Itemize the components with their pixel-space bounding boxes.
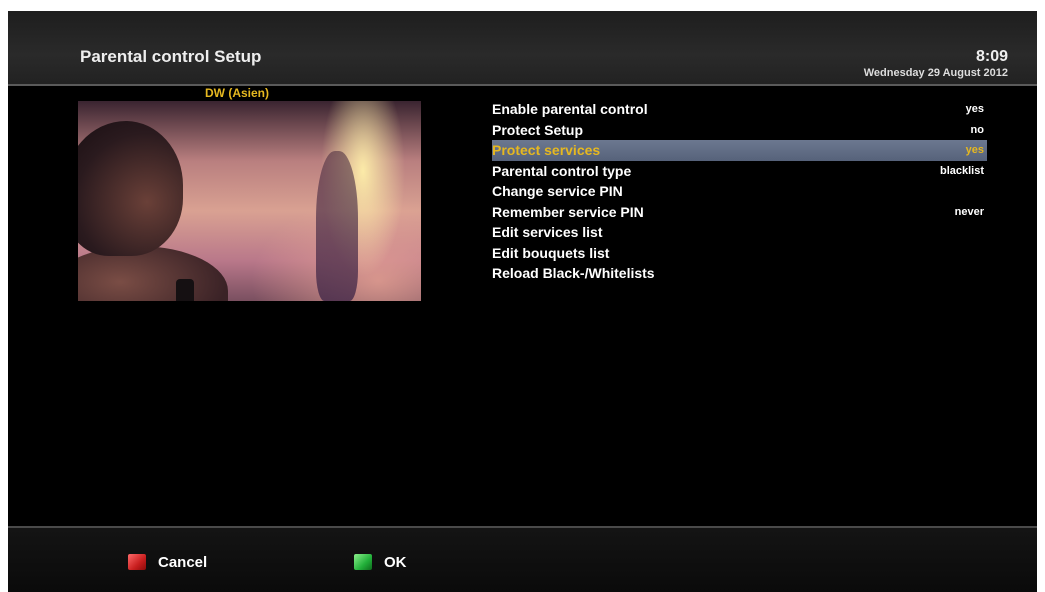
menu-item-value: blacklist [939,164,984,177]
menu-item-edit-services-list[interactable]: Edit services list [492,222,987,243]
menu-item-label: Edit bouquets list [492,244,610,261]
cancel-button-label: Cancel [158,553,208,571]
menu-item-parental-control-type[interactable]: Parental control type blacklist [492,161,987,182]
preview-strap [176,279,194,301]
clock-time: 8:09 [975,48,1008,65]
title-bar: Parental control Setup 8:09 Wednesday 29… [8,11,1037,86]
clock-date: Wednesday 29 August 2012 [863,67,1008,79]
settings-menu: Enable parental control yes Protect Setu… [492,99,987,284]
ok-button[interactable]: OK [354,552,407,572]
menu-item-protect-services[interactable]: Protect services yes [492,140,987,161]
menu-item-change-service-pin[interactable]: Change service PIN [492,181,987,202]
menu-item-label: Protect Setup [492,121,584,138]
menu-item-value: yes [965,144,984,156]
preview-head-silhouette [78,121,183,256]
menu-item-value: yes [965,103,984,115]
menu-item-reload-black-whitelists[interactable]: Reload Black-/Whitelists [492,263,987,284]
menu-item-label: Change service PIN [492,183,623,199]
preview-figure-silhouette [316,151,358,301]
button-bar: Cancel OK [8,526,1037,592]
channel-name: DW (Asien) [205,86,269,100]
red-key-icon [128,554,146,570]
page-title: Parental control Setup [80,47,262,66]
tv-screen: Parental control Setup 8:09 Wednesday 29… [8,11,1037,592]
video-preview [78,101,421,301]
ok-button-label: OK [384,553,407,571]
cancel-button[interactable]: Cancel [128,552,207,572]
menu-item-label: Enable parental control [492,101,648,117]
menu-item-label: Parental control type [492,162,632,179]
menu-item-edit-bouquets-list[interactable]: Edit bouquets list [492,243,987,264]
green-key-icon [354,554,372,570]
menu-item-value: never [954,205,984,218]
menu-item-label: Reload Black-/Whitelists [492,265,655,281]
menu-item-enable-parental-control[interactable]: Enable parental control yes [492,99,987,120]
menu-item-label: Remember service PIN [492,203,644,220]
menu-item-value: no [970,123,984,136]
menu-item-label: Edit services list [492,224,603,240]
menu-item-protect-setup[interactable]: Protect Setup no [492,120,987,141]
menu-item-remember-service-pin[interactable]: Remember service PIN never [492,202,987,223]
menu-item-label: Protect services [492,142,601,158]
